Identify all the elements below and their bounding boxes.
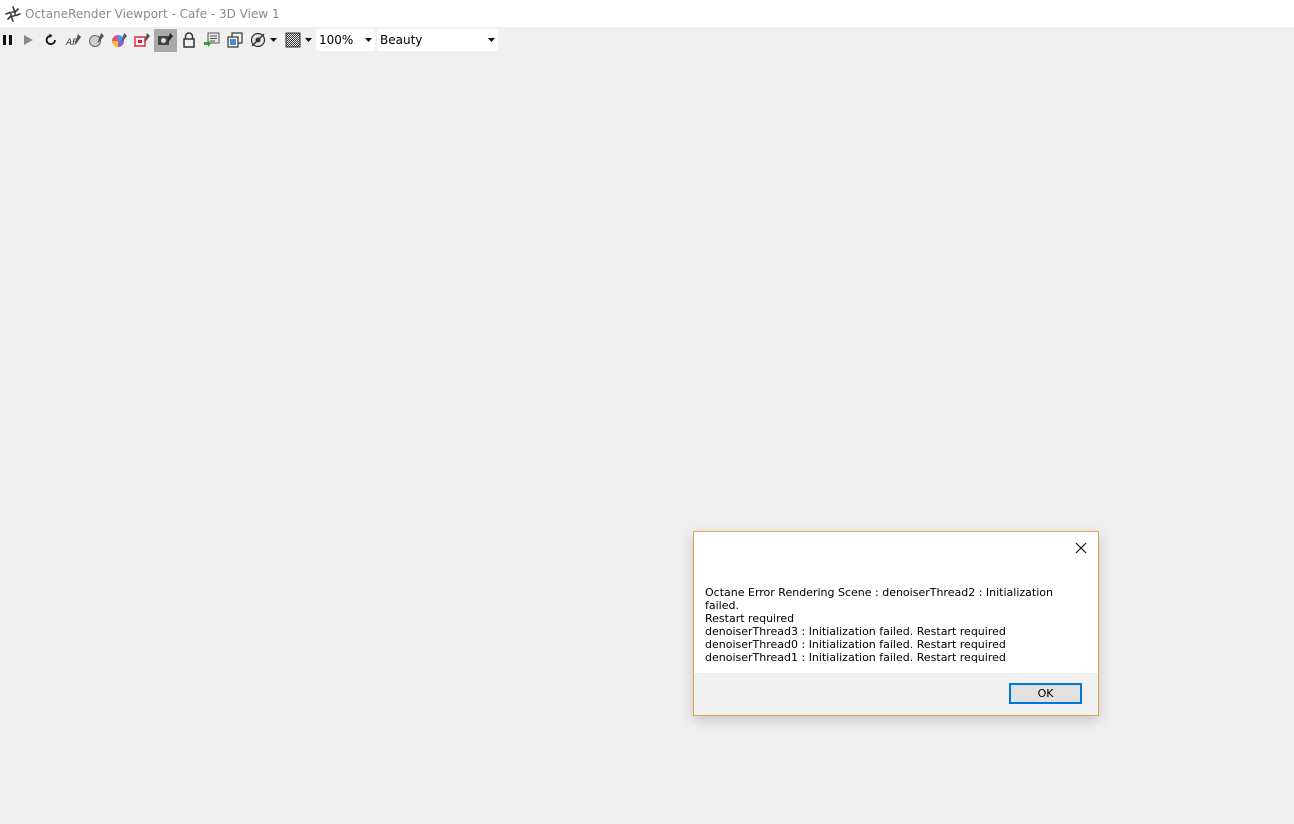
render-pass-select[interactable]: Beauty [377, 29, 498, 51]
af-focus-button[interactable]: AF [62, 29, 85, 52]
copy-button[interactable] [223, 29, 246, 52]
hide-dropdown-arrow[interactable] [269, 29, 277, 52]
chevron-down-icon [304, 38, 312, 42]
close-icon [1075, 539, 1087, 558]
color-wheel-icon [111, 32, 129, 48]
restart-button[interactable] [39, 29, 62, 52]
window-title: OctaneRender Viewport - Cafe - 3D View 1 [25, 6, 280, 21]
hide-button[interactable] [246, 29, 269, 52]
copy-icon [226, 32, 243, 48]
color-picker-button[interactable] [108, 29, 131, 52]
eye-off-icon [250, 32, 266, 48]
dialog-close-button[interactable] [1072, 539, 1090, 557]
error-dialog: Octane Error Rendering Scene : denoiserT… [693, 531, 1099, 716]
background-dropdown-arrow[interactable] [304, 29, 312, 52]
checker-icon [285, 32, 301, 48]
dialog-message: Octane Error Rendering Scene : denoiserT… [705, 586, 1053, 664]
refresh-icon [44, 33, 58, 47]
render-viewport[interactable] [0, 53, 1294, 824]
render-pass-value: Beauty [380, 33, 423, 47]
zoom-value: 100% [319, 33, 354, 47]
camera-icon [157, 32, 175, 48]
pause-button[interactable] [0, 29, 16, 52]
ok-button[interactable]: OK [1009, 683, 1082, 704]
play-icon [22, 34, 34, 46]
material-picker-button[interactable] [85, 29, 108, 52]
background-button[interactable] [281, 29, 304, 52]
octane-logo-icon [4, 5, 22, 23]
lock-icon [182, 32, 196, 48]
zoom-select[interactable]: 100% [316, 29, 375, 51]
chevron-down-icon [365, 29, 372, 51]
material-picker-icon [88, 32, 106, 48]
title-bar: OctaneRender Viewport - Cafe - 3D View 1 [0, 0, 1294, 27]
region-icon [133, 32, 152, 48]
viewport-toolbar: AF 100% Beauty [0, 27, 1294, 53]
af-picker-icon: AF [65, 32, 83, 48]
dialog-footer: OK [694, 673, 1098, 715]
camera-lock-button[interactable] [154, 28, 177, 52]
pause-icon [2, 34, 14, 46]
play-button[interactable] [16, 29, 39, 52]
chevron-down-icon [488, 29, 495, 51]
chevron-down-icon [269, 38, 277, 42]
export-icon [203, 32, 221, 48]
lock-button[interactable] [177, 29, 200, 52]
export-button[interactable] [200, 29, 223, 52]
region-render-button[interactable] [131, 29, 154, 52]
